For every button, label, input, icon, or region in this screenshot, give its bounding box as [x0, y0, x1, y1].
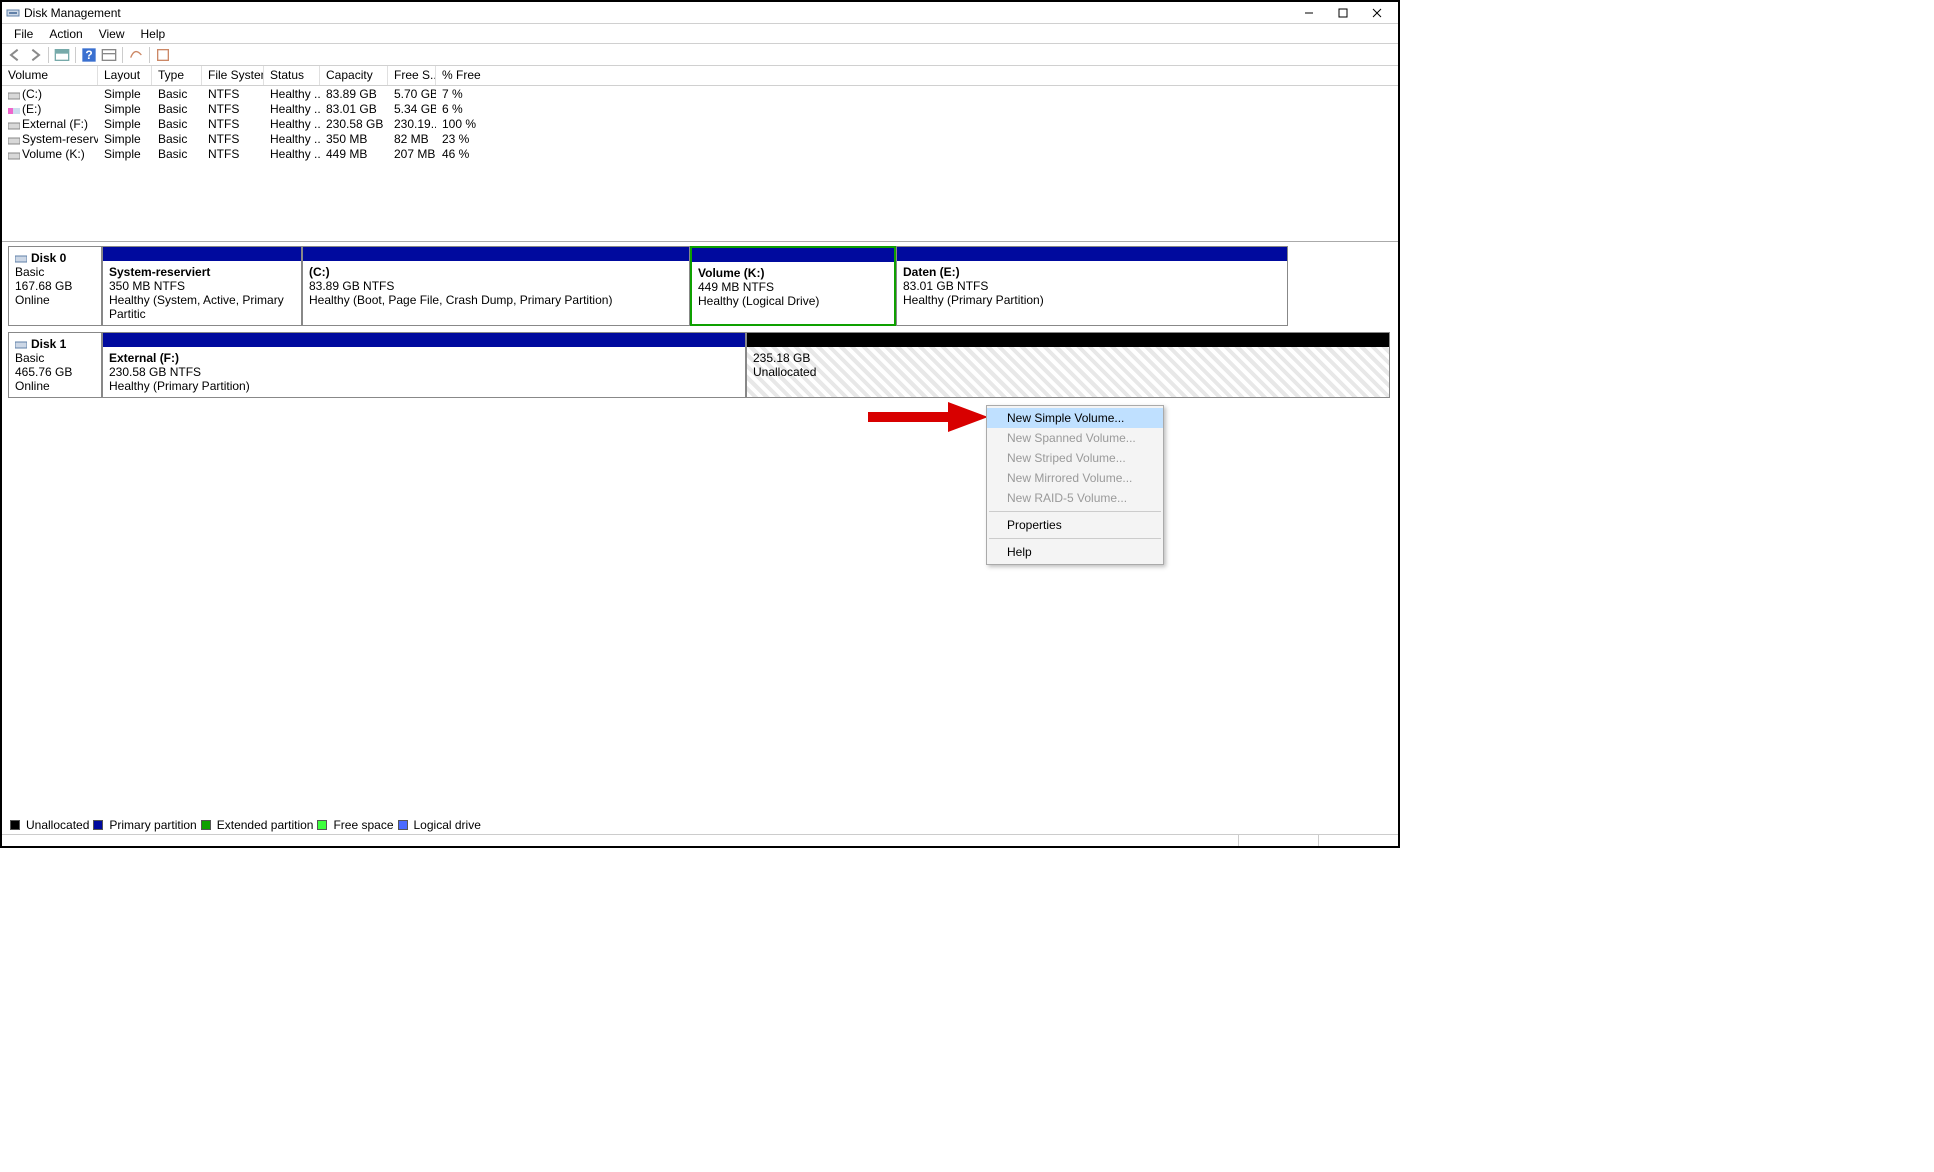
col-file-system[interactable]: File System	[202, 66, 264, 85]
legend-swatch-primary	[93, 820, 103, 830]
close-button[interactable]	[1360, 3, 1394, 23]
volume-row[interactable]: Volume (K:) Simple Basic NTFS Healthy ..…	[2, 146, 1398, 161]
toolbar-icon-4[interactable]	[154, 46, 172, 64]
toolbar-icon-3[interactable]	[127, 46, 145, 64]
partition[interactable]: (C:) 83.89 GB NTFS Healthy (Boot, Page F…	[302, 246, 690, 326]
legend-swatch-unallocated	[10, 820, 20, 830]
col-volume[interactable]: Volume	[2, 66, 98, 85]
volume-name: (E:)	[22, 102, 41, 116]
maximize-button[interactable]	[1326, 3, 1360, 23]
annotation-arrow-icon	[868, 402, 988, 432]
forward-button[interactable]	[26, 46, 44, 64]
partition[interactable]: External (F:) 230.58 GB NTFS Healthy (Pr…	[102, 332, 746, 398]
menu-new-simple-volume[interactable]: New Simple Volume...	[987, 408, 1163, 428]
statusbar	[2, 834, 1398, 846]
legend: Unallocated Primary partition Extended p…	[10, 818, 481, 832]
partition-selected[interactable]: Volume (K:) 449 MB NTFS Healthy (Logical…	[690, 246, 896, 326]
volume-list: (C:) Simple Basic NTFS Healthy ... 83.89…	[2, 86, 1398, 241]
context-menu: New Simple Volume... New Spanned Volume.…	[986, 405, 1164, 565]
menu-new-spanned-volume: New Spanned Volume...	[987, 428, 1163, 448]
disk-map: Disk 0 Basic 167.68 GB Online System-res…	[2, 241, 1398, 408]
back-button[interactable]	[6, 46, 24, 64]
partition-unallocated[interactable]: 235.18 GB Unallocated	[746, 332, 1390, 398]
menu-view[interactable]: View	[91, 27, 133, 41]
menu-new-mirrored-volume: New Mirrored Volume...	[987, 468, 1163, 488]
volume-list-header: Volume Layout Type File System Status Ca…	[2, 66, 1398, 86]
volume-name: (C:)	[22, 87, 42, 101]
menu-properties[interactable]: Properties	[987, 515, 1163, 535]
svg-text:?: ?	[85, 48, 92, 62]
volume-row[interactable]: System-reservi... Simple Basic NTFS Heal…	[2, 131, 1398, 146]
volume-row[interactable]: External (F:) Simple Basic NTFS Healthy …	[2, 116, 1398, 131]
menu-action[interactable]: Action	[41, 27, 90, 41]
disk-label[interactable]: Disk 1 Basic 465.76 GB Online	[8, 332, 102, 398]
help-button[interactable]: ?	[80, 46, 98, 64]
legend-swatch-extended	[201, 820, 211, 830]
volume-row[interactable]: (E:) Simple Basic NTFS Healthy ... 83.01…	[2, 101, 1398, 116]
menu-new-raid5-volume: New RAID-5 Volume...	[987, 488, 1163, 508]
legend-swatch-logical	[398, 820, 408, 830]
volume-name: Volume (K:)	[22, 147, 85, 161]
menu-help[interactable]: Help	[987, 542, 1163, 562]
col-layout[interactable]: Layout	[98, 66, 152, 85]
col-capacity[interactable]: Capacity	[320, 66, 388, 85]
toolbar-icon[interactable]	[53, 46, 71, 64]
col-status[interactable]: Status	[264, 66, 320, 85]
disk-row: Disk 1 Basic 465.76 GB Online External (…	[8, 332, 1392, 398]
col-free-space[interactable]: Free S...	[388, 66, 436, 85]
toolbar-icon-2[interactable]	[100, 46, 118, 64]
col-percent-free[interactable]: % Free	[436, 66, 1398, 85]
volume-row[interactable]: (C:) Simple Basic NTFS Healthy ... 83.89…	[2, 86, 1398, 101]
disk-label[interactable]: Disk 0 Basic 167.68 GB Online	[8, 246, 102, 326]
titlebar: Disk Management	[2, 2, 1398, 24]
col-type[interactable]: Type	[152, 66, 202, 85]
minimize-button[interactable]	[1292, 3, 1326, 23]
partition[interactable]: Daten (E:) 83.01 GB NTFS Healthy (Primar…	[896, 246, 1288, 326]
volume-name: External (F:)	[22, 117, 88, 131]
legend-swatch-free	[317, 820, 327, 830]
menu-new-striped-volume: New Striped Volume...	[987, 448, 1163, 468]
menubar: File Action View Help	[2, 24, 1398, 44]
disk-row: Disk 0 Basic 167.68 GB Online System-res…	[8, 246, 1392, 326]
app-icon	[6, 6, 20, 20]
window-title: Disk Management	[24, 6, 1292, 20]
menu-file[interactable]: File	[6, 27, 41, 41]
menu-help[interactable]: Help	[133, 27, 174, 41]
volume-name: System-reservi...	[22, 132, 98, 146]
partition[interactable]: System-reserviert 350 MB NTFS Healthy (S…	[102, 246, 302, 326]
toolbar: ?	[2, 44, 1398, 66]
